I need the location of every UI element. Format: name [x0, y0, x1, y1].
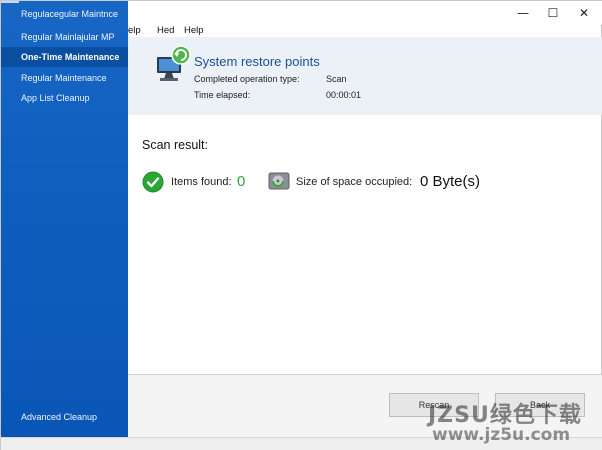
sidebar-top-line: [1, 1, 19, 3]
minimize-button[interactable]: —: [508, 4, 538, 22]
sidebar: Regulacegular Maintnce Regular Mainlaɉul…: [1, 1, 128, 437]
time-elapsed-label: Time elapsed:: [194, 90, 251, 100]
operation-type-label: Completed operation type:: [194, 74, 300, 84]
items-found-label: Items found:: [171, 176, 232, 188]
menu-item-hed[interactable]: Hed: [157, 25, 174, 36]
space-occupied-value: 0 Byte(s): [420, 173, 481, 190]
menu-item-help[interactable]: Help: [184, 25, 204, 36]
sidebar-item-advanced-cleanup[interactable]: Advanced Cleanup: [1, 407, 128, 427]
header-title: System restore points: [194, 54, 320, 69]
items-found-value: 0: [237, 173, 246, 190]
sidebar-item-regular-maintenance-1[interactable]: Regulacegular Maintnce: [1, 4, 128, 24]
scan-result-title: Scan result:: [142, 138, 209, 152]
hard-disk-icon: [268, 172, 290, 190]
operation-type-value: Scan: [326, 74, 347, 84]
watermark-url: www.jz5u.com: [432, 425, 571, 445]
sidebar-item-app-list-cleanup[interactable]: App List Cleanup: [1, 88, 128, 108]
app-window: Regulacegular Maintnce Regular Mainlaɉul…: [0, 0, 602, 450]
sidebar-item-one-time-maintenance[interactable]: One-Time Maintenance: [1, 47, 128, 67]
maximize-button[interactable]: ☐: [538, 4, 568, 22]
menu-bar: elp Hed Help: [128, 25, 602, 37]
space-occupied-label: Size of space occupied:: [296, 176, 413, 188]
check-circle-icon: [142, 171, 164, 193]
menu-item-help-partial[interactable]: elp: [128, 25, 141, 36]
result-header: System restore points Completed operatio…: [128, 37, 602, 115]
sidebar-item-regular-maintenance-2[interactable]: Regular Mainlaɉular MP: [1, 27, 128, 47]
close-button[interactable]: ✕: [569, 4, 599, 22]
title-bar: — ☐ ✕: [128, 1, 602, 25]
sidebar-item-regular-maintenance[interactable]: Regular Maintenance: [1, 68, 128, 88]
time-elapsed-value: 00:00:01: [326, 90, 362, 100]
system-restore-icon: [157, 45, 191, 81]
